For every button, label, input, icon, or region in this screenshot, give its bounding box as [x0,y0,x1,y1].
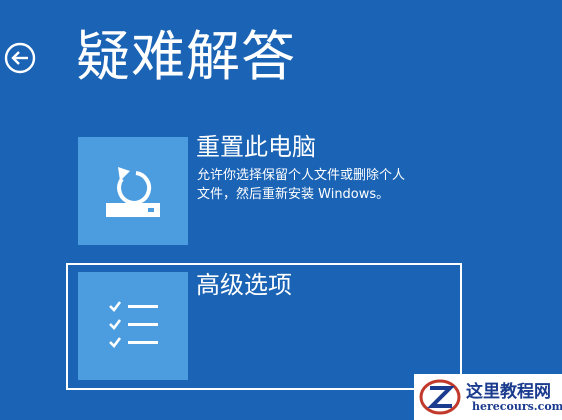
reset-pc-title: 重置此电脑 [196,133,316,161]
page-title: 疑难解答 [76,25,296,88]
back-arrow-icon [4,42,36,74]
watermark: 这里教程网 herecours.com [414,374,562,420]
watermark-logo-icon [419,379,461,415]
advanced-options-tile[interactable] [78,272,188,380]
advanced-options-title: 高级选项 [196,271,292,299]
back-button[interactable] [3,41,37,75]
checklist-icon [109,301,158,348]
reset-pc-description: 允许你选择保留个人文件或删除个人 文件，然后重新安装 Windows。 [197,166,447,204]
reset-pc-description-line2: 文件，然后重新安装 Windows。 [197,187,390,202]
reset-pc-tile[interactable] [78,137,188,245]
reset-pc-description-line1: 允许你选择保留个人文件或删除个人 [197,168,406,183]
watermark-name: 这里教程网 [466,382,551,402]
reset-pc-icon [106,167,160,217]
watermark-url: herecours.com [472,400,562,413]
